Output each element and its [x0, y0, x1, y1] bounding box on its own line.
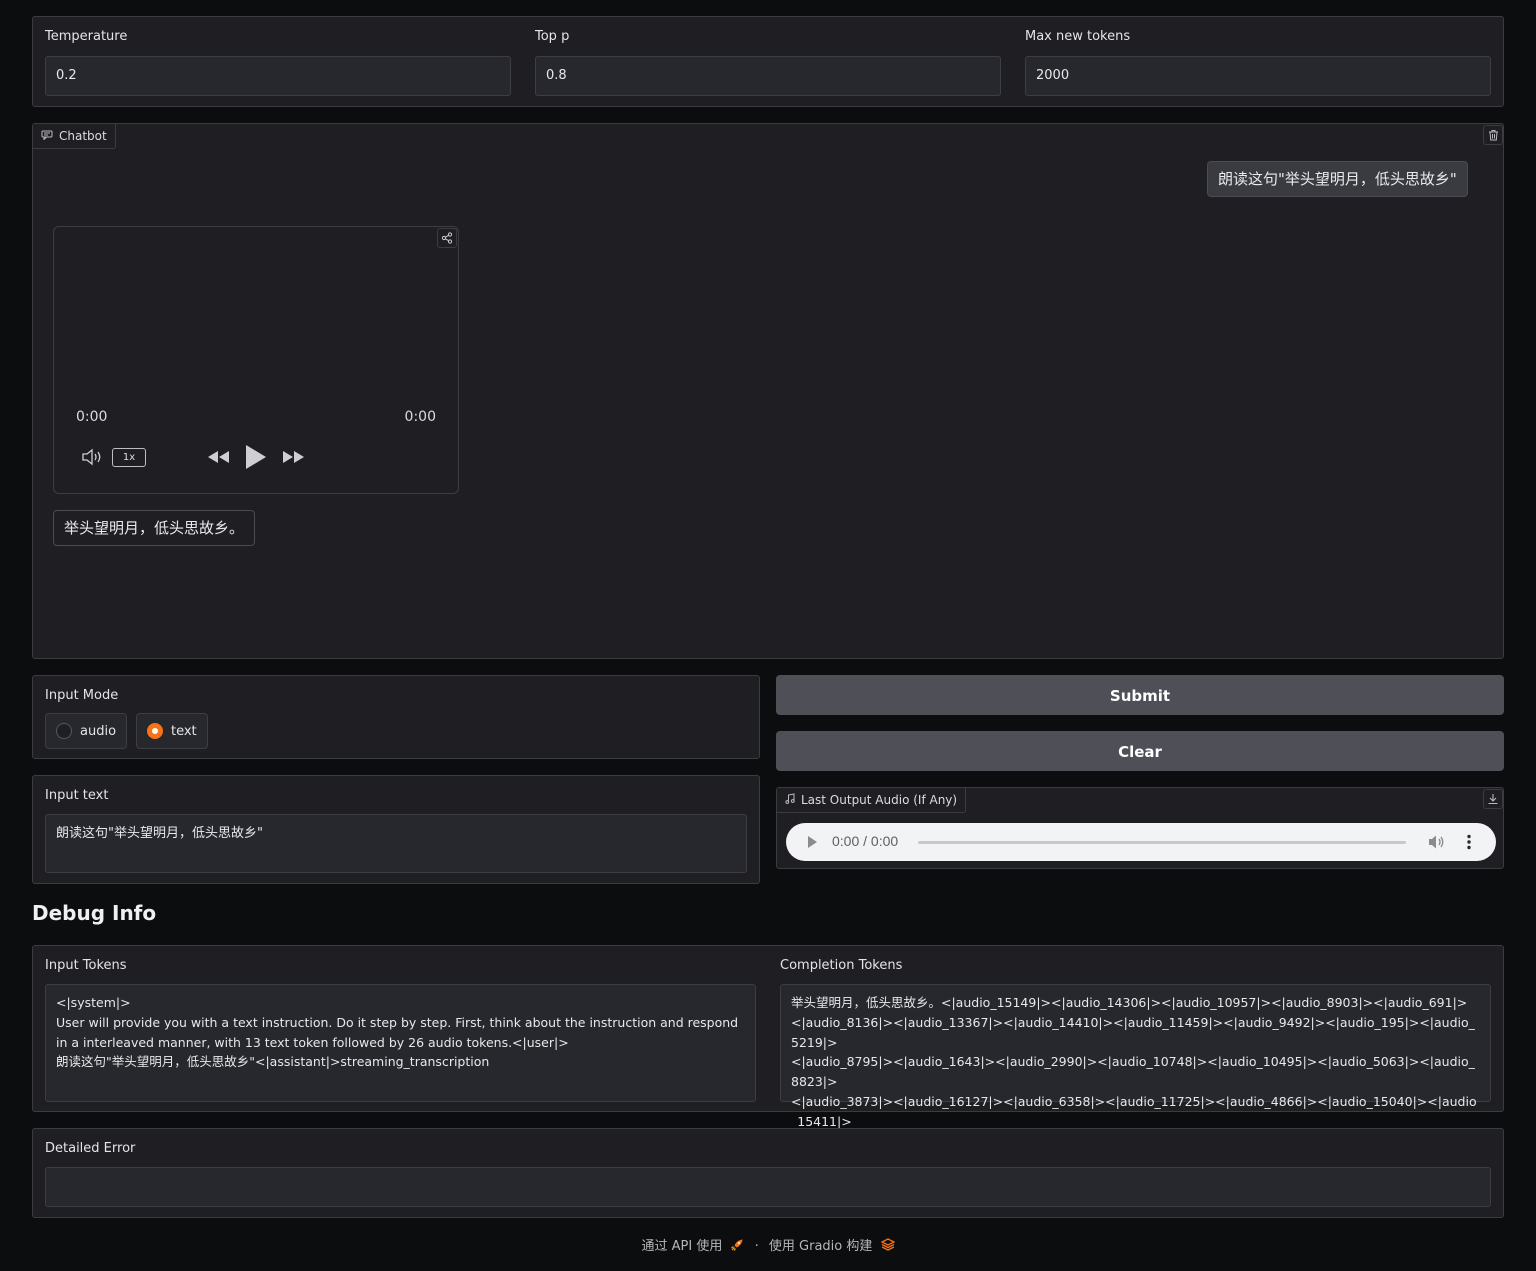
music-note-icon: [785, 788, 795, 813]
footer-separator: ·: [754, 1239, 759, 1254]
gradio-logo-icon: [880, 1238, 895, 1255]
temperature-label: Temperature: [45, 29, 128, 44]
input-tokens-box[interactable]: <|system|> User will provide you with a …: [45, 984, 756, 1102]
footer: 通过 API 使用 · 使用 Gradio 构建: [0, 1235, 1536, 1256]
download-icon[interactable]: [1483, 789, 1503, 809]
radio-text-dot: [147, 723, 163, 739]
audio-more-icon[interactable]: [1467, 834, 1471, 854]
share-icon[interactable]: [437, 228, 457, 248]
player-duration: 0:00: [404, 409, 436, 425]
top-p-input[interactable]: [535, 56, 1001, 96]
footer-gradio-link[interactable]: 使用 Gradio 构建: [768, 1238, 895, 1255]
debug-tokens-panel: Input Tokens <|system|> User will provid…: [32, 945, 1504, 1149]
rewind-icon[interactable]: [206, 449, 230, 469]
radio-text-label: text: [171, 723, 197, 739]
input-text-label: Input text: [45, 788, 109, 803]
audio-volume-icon[interactable]: [1428, 834, 1446, 854]
footer-api-text: 通过 API 使用: [641, 1239, 723, 1254]
bot-audio-player: 0:00 0:00 1x: [53, 226, 459, 494]
fast-forward-icon[interactable]: [282, 449, 306, 469]
native-audio-player[interactable]: 0:00 / 0:00: [786, 823, 1496, 861]
detailed-error-panel: Detailed Error: [32, 1128, 1504, 1218]
audio-time: 0:00 / 0:00: [832, 833, 899, 849]
max-tokens-input[interactable]: [1025, 56, 1491, 96]
audio-play-icon[interactable]: [807, 835, 818, 853]
user-message-bubble: 朗读这句"举头望明月，低头思故乡": [1207, 161, 1468, 197]
radio-audio-dot: [56, 723, 72, 739]
max-tokens-label: Max new tokens: [1025, 29, 1131, 44]
output-audio-tab: Last Output Audio (If Any): [777, 788, 967, 813]
params-panel: Temperature Top p Max new tokens: [32, 16, 1504, 107]
chatbot-panel: Chatbot 朗读这句"举头望明月，低头思故乡" 0:00 0:00 1x 举…: [32, 123, 1504, 659]
output-audio-label: Last Output Audio (If Any): [801, 793, 958, 807]
top-p-label: Top p: [535, 29, 570, 44]
playback-speed-button[interactable]: 1x: [112, 448, 146, 467]
clear-button[interactable]: Clear: [776, 731, 1504, 771]
bot-text-bubble: 举头望明月，低头思故乡。: [53, 510, 256, 546]
temperature-input[interactable]: [45, 56, 511, 96]
footer-built-text: 使用 Gradio 构建: [768, 1239, 873, 1254]
submit-button[interactable]: Submit: [776, 675, 1504, 715]
volume-icon[interactable]: [81, 448, 103, 470]
detailed-error-box: [45, 1167, 1491, 1207]
radio-audio[interactable]: audio: [45, 713, 128, 749]
output-audio-panel: Last Output Audio (If Any) 0:00 / 0:00: [776, 787, 1504, 869]
input-mode-panel: Input Mode audio text: [32, 675, 760, 759]
rocket-icon: [730, 1238, 744, 1256]
play-icon[interactable]: [244, 443, 268, 475]
input-tokens-label: Input Tokens: [45, 958, 127, 973]
detailed-error-label: Detailed Error: [45, 1141, 136, 1156]
completion-tokens-box[interactable]: 举头望明月，低头思故乡。<|audio_15149|><|audio_14306…: [780, 984, 1491, 1149]
chatbot-tab: Chatbot: [33, 124, 116, 149]
debug-heading: Debug Info: [32, 901, 157, 925]
chatbot-label: Chatbot: [59, 129, 107, 143]
chat-icon: [41, 124, 53, 149]
footer-api-link[interactable]: 通过 API 使用: [641, 1239, 748, 1254]
input-text-panel: Input text 朗读这句"举头望明月，低头思故乡": [32, 775, 760, 884]
radio-audio-label: audio: [80, 723, 117, 739]
input-mode-label: Input Mode: [45, 688, 119, 703]
trash-icon[interactable]: [1483, 125, 1503, 145]
radio-text[interactable]: text: [136, 713, 208, 749]
audio-seek-bar[interactable]: [918, 841, 1406, 844]
input-text-area[interactable]: 朗读这句"举头望明月，低头思故乡": [45, 814, 747, 873]
completion-tokens-label: Completion Tokens: [780, 958, 903, 973]
player-current-time: 0:00: [76, 409, 108, 425]
